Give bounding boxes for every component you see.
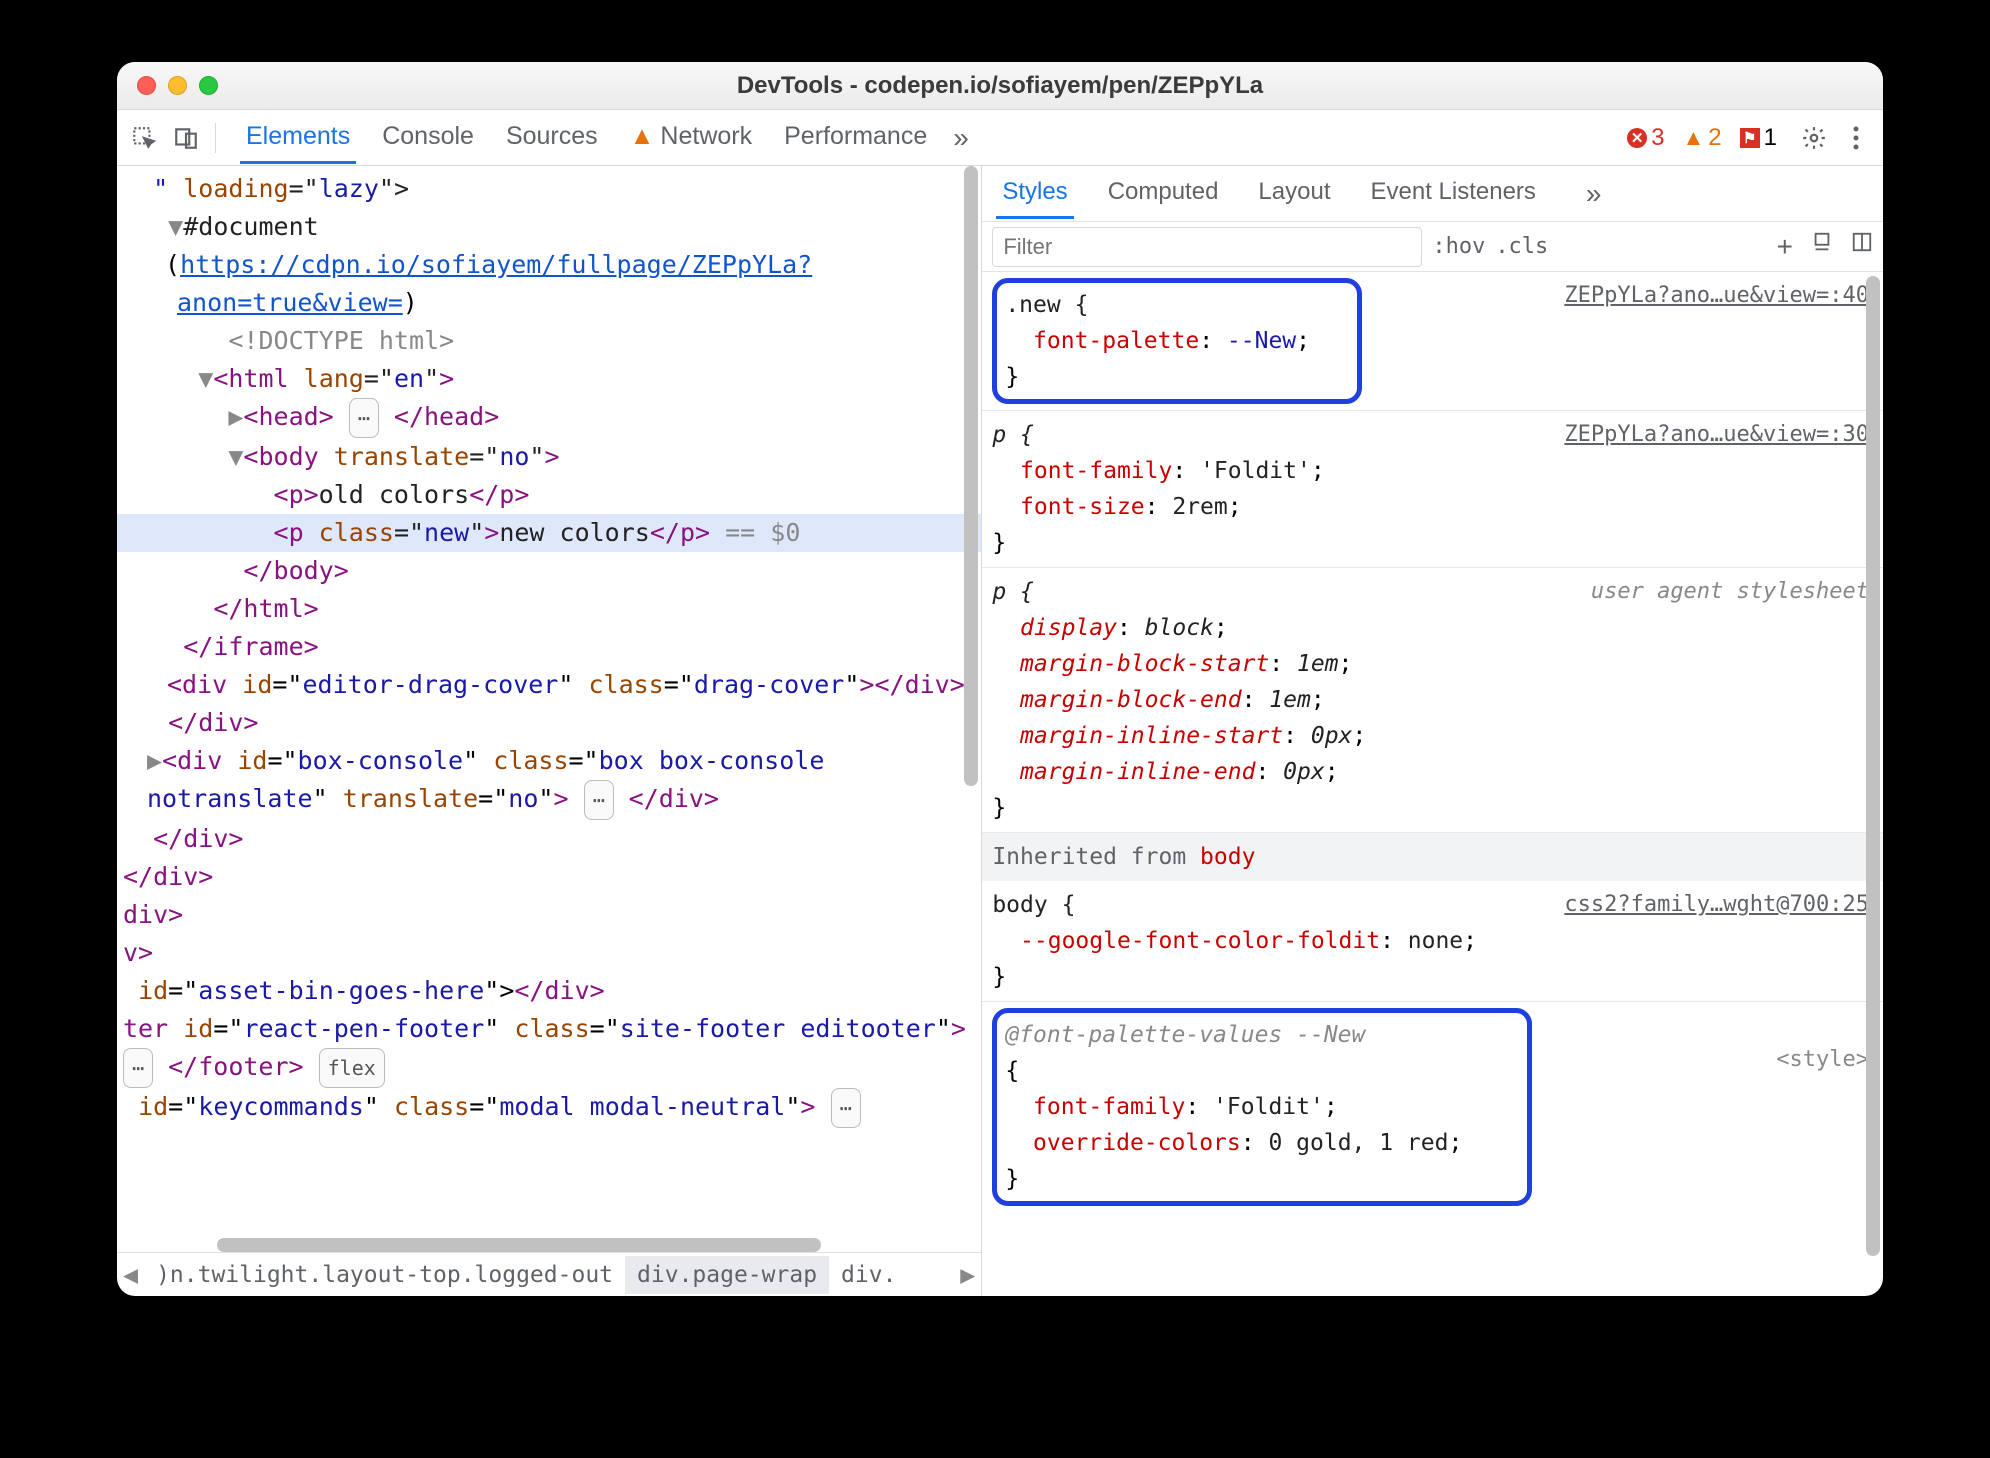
devtools-window: DevTools - codepen.io/sofiayem/pen/ZEPpY…	[117, 62, 1883, 1296]
dom-line[interactable]: " loading="lazy">	[117, 170, 981, 208]
source-link[interactable]: ZEPpYLa?ano…ue&view=:30	[1564, 417, 1869, 453]
ellipsis-icon[interactable]: ⋯	[349, 398, 379, 438]
scrollbar[interactable]	[1865, 276, 1881, 1256]
tab-layout[interactable]: Layout	[1252, 168, 1336, 219]
tab-network-label: Network	[660, 122, 752, 151]
divider	[215, 123, 216, 153]
dom-line-selected[interactable]: <p class="new">new colors</p> == $0	[117, 514, 981, 552]
dom-line[interactable]: ▼<body translate="no">	[117, 438, 981, 476]
css-rule[interactable]: .new { font-palette: --New; } ZEPpYLa?an…	[982, 272, 1883, 411]
traffic-lights	[137, 76, 218, 95]
tab-computed[interactable]: Computed	[1102, 168, 1225, 219]
content: " loading="lazy"> ▼#document (https://cd…	[117, 166, 1883, 1296]
elements-panel: " loading="lazy"> ▼#document (https://cd…	[117, 166, 982, 1296]
main-toolbar: Elements Console Sources ▲ Network Perfo…	[117, 110, 1883, 166]
highlight-box: .new { font-palette: --New; }	[992, 278, 1362, 404]
breadcrumb-scroll-left-icon[interactable]: ◀	[117, 1260, 144, 1289]
scrollbar[interactable]	[963, 166, 979, 1256]
source-label: <style>	[1776, 1042, 1869, 1078]
warning-icon: ▲	[630, 122, 655, 151]
hov-toggle[interactable]: :hov	[1432, 234, 1485, 259]
dom-line[interactable]: ter id="react-pen-footer" class="site-fo…	[117, 1010, 981, 1088]
crumb[interactable]: div.	[829, 1256, 908, 1294]
tab-sources[interactable]: Sources	[500, 112, 604, 164]
dom-line[interactable]: <!DOCTYPE html>	[117, 322, 981, 360]
source-label: user agent stylesheet	[1591, 574, 1869, 610]
inspect-icon[interactable]	[125, 119, 163, 157]
warning-count[interactable]: ▲2	[1683, 124, 1722, 152]
css-rule[interactable]: p { ZEPpYLa?ano…ue&view=:30 font-family:…	[982, 411, 1883, 568]
scroll-thumb[interactable]	[964, 166, 978, 786]
tab-console[interactable]: Console	[376, 112, 480, 164]
styles-panel: Styles Computed Layout Event Listeners »…	[982, 166, 1883, 1296]
main-tabs: Elements Console Sources ▲ Network Perfo…	[240, 112, 933, 164]
issues-icon: ⚑	[1740, 128, 1760, 148]
dom-line[interactable]: v>	[117, 934, 981, 972]
dom-line[interactable]: ▶<div id="box-console" class="box box-co…	[117, 742, 981, 820]
warning-icon: ▲	[1683, 125, 1705, 151]
cls-toggle[interactable]: .cls	[1495, 234, 1548, 259]
more-tabs-icon[interactable]: »	[953, 122, 969, 154]
error-count[interactable]: ✕3	[1627, 124, 1664, 152]
minimize-window-button[interactable]	[168, 76, 187, 95]
dom-line[interactable]: </div>	[117, 704, 981, 742]
dom-line[interactable]: (https://cdpn.io/sofiayem/fullpage/ZEPpY…	[117, 246, 981, 322]
dom-line[interactable]: </div>	[117, 820, 981, 858]
css-rule[interactable]: @font-palette-values --New { font-family…	[982, 1002, 1883, 1212]
dom-line[interactable]: id="asset-bin-goes-here"></div>	[117, 972, 981, 1010]
dom-line[interactable]: </div>	[117, 858, 981, 896]
dom-line[interactable]: ▼<html lang="en">	[117, 360, 981, 398]
iframe-url-link[interactable]: https://cdpn.io/sofiayem/fullpage/ZEPpYL…	[177, 250, 812, 317]
tab-elements[interactable]: Elements	[240, 112, 356, 164]
error-icon: ✕	[1627, 128, 1647, 148]
dom-line[interactable]: div>	[117, 896, 981, 934]
sidebar-tabs: Styles Computed Layout Event Listeners »	[982, 166, 1883, 222]
new-rule-icon[interactable]: +	[1777, 231, 1793, 263]
device-toggle-icon[interactable]	[167, 119, 205, 157]
styles-list: .new { font-palette: --New; } ZEPpYLa?an…	[982, 272, 1883, 1296]
flex-badge[interactable]: flex	[319, 1048, 385, 1088]
dom-line[interactable]: ▶<head> ⋯ </head>	[117, 398, 981, 438]
dom-line[interactable]: <div id="editor-drag-cover" class="drag-…	[117, 666, 981, 704]
ellipsis-icon[interactable]: ⋯	[831, 1088, 861, 1128]
crumb[interactable]: )n.twilight.layout-top.logged-out	[144, 1256, 625, 1294]
computed-toggle-icon[interactable]	[1851, 231, 1873, 263]
dom-line[interactable]: <p>old colors</p>	[117, 476, 981, 514]
titlebar: DevTools - codepen.io/sofiayem/pen/ZEPpY…	[117, 62, 1883, 110]
source-link[interactable]: ZEPpYLa?ano…ue&view=:40	[1564, 278, 1869, 314]
breadcrumb-trail: ◀ )n.twilight.layout-top.logged-out div.…	[117, 1252, 981, 1296]
issues-count[interactable]: ⚑1	[1740, 124, 1777, 152]
copy-styles-icon[interactable]	[1811, 231, 1833, 263]
close-window-button[interactable]	[137, 76, 156, 95]
highlight-box: @font-palette-values --New { font-family…	[992, 1008, 1532, 1206]
filter-bar: :hov .cls +	[982, 222, 1883, 272]
dom-tree[interactable]: " loading="lazy"> ▼#document (https://cd…	[117, 166, 981, 1238]
dom-line[interactable]: id="keycommands" class="modal modal-neut…	[117, 1088, 981, 1128]
dom-line[interactable]: </iframe>	[117, 628, 981, 666]
settings-icon[interactable]	[1795, 119, 1833, 157]
ellipsis-icon[interactable]: ⋯	[123, 1048, 153, 1088]
dom-line[interactable]: ▼#document	[117, 208, 981, 246]
filter-input[interactable]	[992, 227, 1422, 267]
tab-event-listeners[interactable]: Event Listeners	[1364, 168, 1541, 219]
kebab-menu-icon[interactable]	[1837, 119, 1875, 157]
more-subtabs-icon[interactable]: »	[1586, 178, 1602, 210]
source-link[interactable]: css2?family…wght@700:25	[1564, 887, 1869, 923]
tab-performance[interactable]: Performance	[778, 112, 933, 164]
css-rule[interactable]: body { css2?family…wght@700:25 --google-…	[982, 881, 1883, 1002]
inherited-from-label: Inherited from body	[982, 833, 1883, 881]
window-title: DevTools - codepen.io/sofiayem/pen/ZEPpY…	[117, 72, 1883, 100]
dom-line[interactable]: </body>	[117, 552, 981, 590]
hscroll-thumb[interactable]	[217, 1238, 821, 1252]
scroll-thumb[interactable]	[1866, 276, 1880, 1256]
dom-line[interactable]: </html>	[117, 590, 981, 628]
zoom-window-button[interactable]	[199, 76, 218, 95]
crumb-selected[interactable]: div.page-wrap	[625, 1256, 829, 1294]
tab-styles[interactable]: Styles	[996, 168, 1073, 219]
tab-network[interactable]: ▲ Network	[624, 112, 758, 164]
breadcrumb-scroll-right-icon[interactable]: ▶	[954, 1260, 981, 1289]
ellipsis-icon[interactable]: ⋯	[584, 780, 614, 820]
css-rule[interactable]: p { user agent stylesheet display: block…	[982, 568, 1883, 833]
